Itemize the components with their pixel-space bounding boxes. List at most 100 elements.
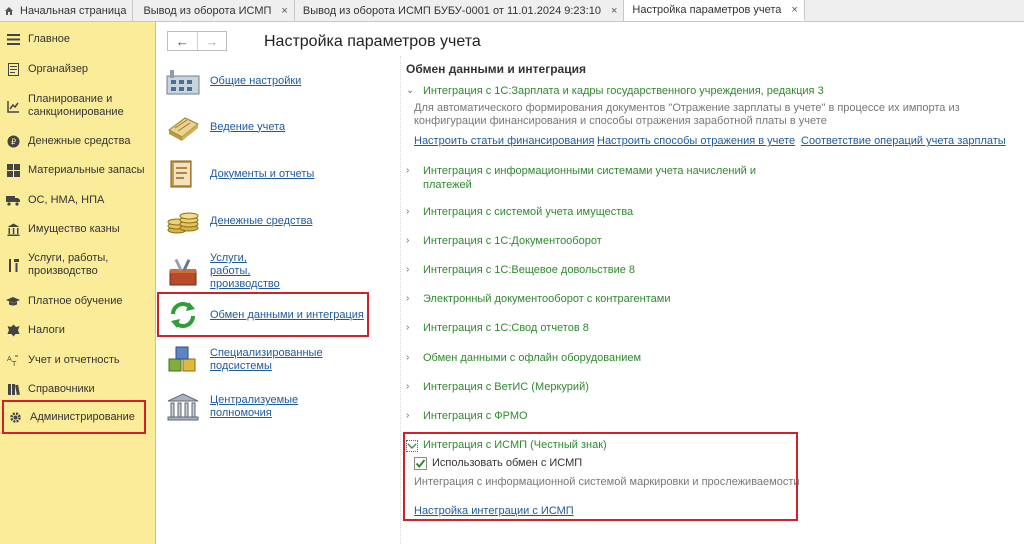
chevron-right-icon[interactable]: › — [406, 409, 418, 422]
sidebar: Главное Органайзер Планирование и санкци… — [0, 22, 156, 544]
ismp-exchange-checkbox[interactable] — [414, 457, 427, 470]
close-icon[interactable]: × — [281, 5, 287, 17]
panel-divider — [400, 56, 401, 544]
link-payroll-operations[interactable]: Соответствие операций учета зарплаты — [801, 135, 1006, 147]
sidebar-item-taxes[interactable]: Налоги — [0, 323, 156, 337]
sidebar-item-treasury[interactable]: Имущество казны — [0, 222, 156, 236]
graduation-cap-icon — [6, 294, 20, 308]
section-specialized-subsystems[interactable]: Специализированные подсистемы — [165, 345, 325, 375]
group-property-accounting[interactable]: › Интеграция с системой учета имущества — [406, 205, 633, 219]
chevron-right-icon[interactable]: › — [406, 205, 418, 218]
tab-label: Начальная страница — [20, 4, 127, 17]
sidebar-item-fixed-assets[interactable]: ОС, НМА, НПА — [0, 193, 156, 207]
sidebar-item-label: ОС, НМА, НПА — [28, 193, 105, 206]
chevron-down-icon[interactable] — [406, 440, 418, 452]
group-zup-integration[interactable]: ⌄ Интеграция с 1С:Зарплата и кадры госуд… — [406, 84, 824, 98]
chevron-right-icon[interactable]: › — [406, 164, 418, 177]
tab-accounting-settings[interactable]: Настройка параметров учета × — [624, 0, 805, 21]
sidebar-item-catalogs[interactable]: Справочники — [0, 382, 156, 396]
section-accounting[interactable]: Ведение учета — [165, 112, 285, 142]
group-report-consolidation[interactable]: › Интеграция с 1С:Свод отчетов 8 — [406, 321, 589, 335]
group-clothing-allowance[interactable]: › Интеграция с 1С:Вещевое довольствие 8 — [406, 263, 635, 277]
group-title: Интеграция с информационными системами у… — [423, 165, 756, 191]
group-description: Для автоматического формирования докумен… — [414, 102, 960, 127]
institution-icon — [167, 393, 199, 421]
link-ismp-settings[interactable]: Настройка интеграции с ИСМП — [414, 505, 574, 517]
group-vetis[interactable]: › Интеграция с ВетИС (Меркурий) — [406, 380, 589, 394]
tab-home[interactable]: Начальная страница — [0, 0, 134, 21]
group-accruals-payments[interactable]: › Интеграция с информационными системами… — [406, 164, 763, 192]
coin-icon: ₽ — [6, 134, 20, 148]
group-title: Обмен данными с офлайн оборудованием — [423, 352, 642, 364]
books-icon — [6, 382, 20, 396]
section-link[interactable]: Общие настройки — [210, 75, 301, 88]
sidebar-item-label: Администрирование — [30, 410, 135, 423]
sidebar-item-label: Платное обучение — [28, 294, 123, 307]
close-icon[interactable]: × — [791, 4, 797, 16]
back-button[interactable]: ← — [168, 32, 197, 50]
section-centralized-powers[interactable]: Централизуемые полномочия — [165, 392, 300, 422]
tab-ismp-withdrawal[interactable]: Вывод из оборота ИСМП × — [133, 0, 295, 21]
emblem-icon — [6, 323, 20, 337]
accounting-icon: АТ — [6, 353, 20, 367]
grid-icon — [6, 163, 20, 177]
svg-text:Т: Т — [11, 360, 17, 367]
section-data-exchange[interactable]: Обмен данными и интеграция — [165, 300, 364, 330]
section-header: Обмен данными и интеграция — [406, 62, 586, 76]
sidebar-item-organizer[interactable]: Органайзер — [0, 62, 156, 76]
chevron-right-icon[interactable]: › — [406, 234, 418, 247]
ledger-icon — [168, 117, 199, 141]
sidebar-item-paid-education[interactable]: Платное обучение — [0, 294, 156, 308]
section-link[interactable]: Специализированные подсистемы — [210, 347, 325, 373]
section-link[interactable]: Услуги, работы, производство — [210, 252, 290, 291]
group-title: Интеграция с 1С:Вещевое довольствие 8 — [423, 264, 636, 276]
page-title: Настройка параметров учета — [264, 33, 481, 50]
sidebar-item-money[interactable]: ₽ Денежные средства — [0, 134, 156, 148]
group-frmo[interactable]: › Интеграция с ФРМО — [406, 409, 528, 423]
chart-icon — [6, 99, 20, 113]
home-icon — [5, 6, 13, 15]
tab-ismp-document[interactable]: Вывод из оборота ИСМП БУБУ-0001 от 11.01… — [295, 0, 625, 21]
section-link[interactable]: Ведение учета — [210, 121, 285, 134]
chevron-right-icon[interactable]: › — [406, 321, 418, 334]
documents-icon — [170, 160, 192, 188]
section-link[interactable]: Денежные средства — [210, 215, 312, 228]
chevron-right-icon[interactable]: › — [406, 263, 418, 276]
svg-text:₽: ₽ — [10, 137, 15, 146]
close-icon[interactable]: × — [611, 5, 617, 17]
sidebar-item-administration[interactable]: Администрирование — [2, 400, 146, 434]
chevron-right-icon[interactable]: › — [406, 380, 418, 393]
sidebar-item-label: Планирование и санкционирование — [28, 93, 124, 118]
ismp-exchange-label[interactable]: Использовать обмен с ИСМП — [432, 457, 582, 469]
chevron-down-icon[interactable]: ⌄ — [406, 84, 418, 97]
section-link[interactable]: Обмен данными и интеграция — [210, 309, 364, 322]
chevron-right-icon[interactable]: › — [406, 292, 418, 305]
section-money[interactable]: Денежные средства — [165, 206, 312, 236]
forward-button[interactable]: → — [196, 32, 227, 50]
tab-label: Вывод из оборота ИСМП БУБУ-0001 от 11.01… — [302, 4, 601, 17]
sidebar-item-label: Главное — [28, 32, 71, 45]
chevron-right-icon[interactable]: › — [406, 351, 418, 364]
section-link[interactable]: Централизуемые полномочия — [210, 394, 300, 420]
sidebar-item-main[interactable]: Главное — [0, 32, 156, 46]
group-ismp-title[interactable]: Интеграция с ИСМП (Честный знак) — [423, 438, 607, 452]
building-icon — [6, 222, 20, 236]
factory-icon — [166, 70, 200, 95]
group-edi[interactable]: › Электронный документооборот с контраге… — [406, 292, 670, 306]
tab-label: Настройка параметров учета — [632, 3, 782, 16]
sidebar-item-reporting[interactable]: АТ Учет и отчетность — [0, 353, 156, 367]
group-offline-equipment[interactable]: › Обмен данными с офлайн оборудованием — [406, 351, 641, 365]
sidebar-item-inventory[interactable]: Материальные запасы — [0, 163, 156, 177]
sidebar-item-services[interactable]: Услуги, работы, производство — [0, 252, 156, 278]
section-services[interactable]: Услуги, работы, производство — [165, 252, 290, 291]
sidebar-item-planning[interactable]: Планирование и санкционирование — [0, 93, 156, 119]
link-reflection-methods[interactable]: Настроить способы отражения в учете — [597, 135, 795, 147]
section-general-settings[interactable]: Общие настройки — [165, 66, 301, 96]
section-link[interactable]: Документы и отчеты — [210, 168, 314, 181]
link-financing-items[interactable]: Настроить статьи финансирования — [414, 135, 594, 147]
history-nav: ← → — [167, 31, 227, 51]
group-document-flow[interactable]: › Интеграция с 1С:Документооборот — [406, 234, 602, 248]
group-title: Интеграция с системой учета имущества — [423, 206, 634, 218]
sidebar-item-label: Справочники — [28, 382, 95, 395]
section-documents-reports[interactable]: Документы и отчеты — [165, 159, 314, 189]
